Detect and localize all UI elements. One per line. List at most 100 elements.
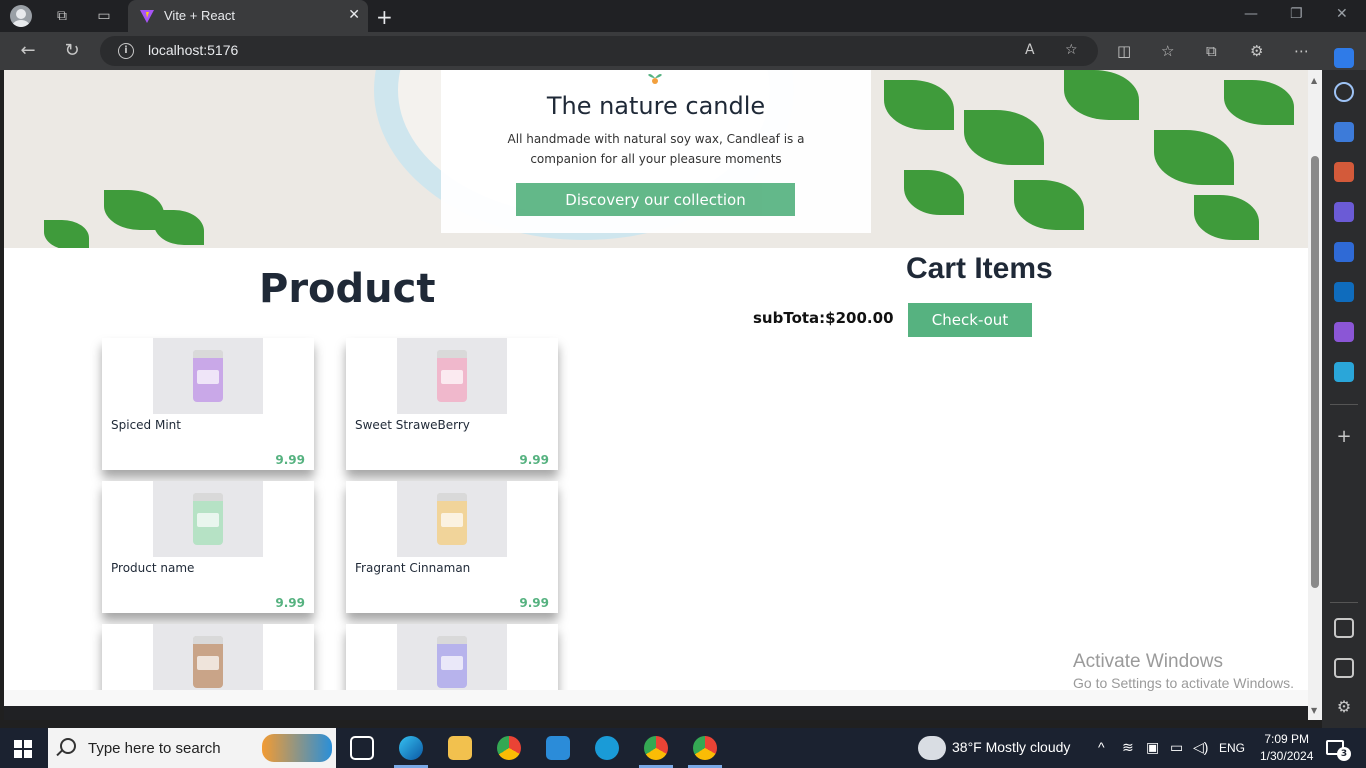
product-image [153, 338, 263, 414]
favorite-star-icon[interactable]: ☆ [1065, 42, 1078, 58]
page-viewport: The nature candle All handmade with natu… [4, 70, 1308, 690]
leaf-decoration [1224, 80, 1294, 125]
product-card[interactable] [346, 624, 558, 690]
battery-icon[interactable]: ▭ [1170, 739, 1183, 756]
page-bottom-strip [4, 690, 1308, 706]
notification-center-icon[interactable]: 3 [1326, 740, 1351, 761]
games-icon[interactable] [1334, 202, 1354, 222]
minimize-button[interactable]: — [1244, 6, 1258, 22]
cart-subtotal: subTota:$200.00 [753, 309, 894, 327]
workspaces-icon[interactable]: ⧉ [52, 6, 72, 26]
favorites-icon[interactable]: ☆ [1161, 42, 1174, 60]
product-card[interactable]: Spiced Mint 9.99 [102, 338, 314, 470]
security-icon[interactable]: ▣ [1146, 739, 1159, 756]
volume-icon[interactable]: ◁) [1193, 739, 1208, 756]
scroll-up-arrow-icon[interactable]: ▲ [1311, 76, 1317, 85]
chrome-profile-icon[interactable] [693, 736, 717, 760]
hero-banner: The nature candle All handmade with natu… [4, 70, 1308, 248]
discover-collection-button[interactable]: Discovery our collection [516, 183, 795, 216]
tab-title: Vite + React [164, 8, 235, 23]
candle-jar-icon [437, 636, 467, 688]
vite-logo-icon [140, 10, 154, 23]
product-image [153, 624, 263, 690]
search-highlight-image [262, 734, 332, 762]
edge-browser-icon[interactable] [399, 736, 423, 760]
external-link-icon[interactable] [1334, 658, 1354, 678]
tools-icon[interactable] [1334, 162, 1354, 182]
collections-icon[interactable]: ⧉ [1206, 42, 1217, 60]
refresh-icon[interactable]: ↻ [61, 40, 83, 62]
read-aloud-icon[interactable]: A [1025, 42, 1035, 58]
product-price: 9.99 [519, 453, 549, 467]
activate-windows-watermark: Activate Windows Go to Settings to activ… [1073, 651, 1294, 691]
tab-actions-icon[interactable]: ▭ [94, 6, 114, 26]
copilot-icon[interactable] [1334, 48, 1354, 68]
microsoft365-icon[interactable] [1334, 242, 1354, 262]
file-explorer-icon[interactable] [448, 736, 472, 760]
product-image [397, 624, 507, 690]
vertical-scrollbar[interactable]: ▲ ▼ [1308, 70, 1322, 720]
send-icon[interactable] [1334, 362, 1354, 382]
vscode-icon[interactable] [546, 736, 570, 760]
product-card[interactable]: Sweet StraweBerry 9.99 [346, 338, 558, 470]
checkout-button[interactable]: Check-out [908, 303, 1032, 337]
chrome-profile-icon[interactable] [644, 736, 668, 760]
product-name: Sweet StraweBerry [355, 418, 470, 432]
watermark-subtitle: Go to Settings to activate Windows. [1073, 675, 1294, 691]
restore-button[interactable]: ❐ [1290, 6, 1303, 22]
profile-icon[interactable] [10, 5, 32, 27]
search-placeholder: Type here to search [88, 740, 221, 757]
windows-start-icon[interactable] [14, 740, 32, 758]
shopping-icon[interactable] [1334, 122, 1354, 142]
scrollbar-thumb[interactable] [1311, 156, 1319, 588]
language-indicator[interactable]: ENG [1219, 741, 1245, 755]
clock-date: 1/30/2024 [1260, 749, 1314, 763]
hero-title: The nature candle [546, 92, 766, 120]
weather-cloud-icon[interactable] [918, 736, 946, 760]
scroll-down-arrow-icon[interactable]: ▼ [1311, 706, 1317, 715]
split-screen-icon[interactable]: ◫ [1117, 42, 1131, 60]
product-price: 9.99 [519, 596, 549, 610]
product-card[interactable]: Fragrant Cinnaman 9.99 [346, 481, 558, 613]
product-heading: Product [259, 266, 436, 312]
settings-gear-icon[interactable]: ⚙ [1334, 697, 1354, 717]
candle-jar-icon [193, 636, 223, 688]
horizontal-scrollbar[interactable] [4, 706, 1308, 720]
tab-vite-react[interactable]: Vite + React ✕ [128, 0, 368, 32]
address-bar[interactable]: i localhost:5176 A ☆ [100, 36, 1098, 66]
close-tab-icon[interactable]: ✕ [348, 7, 360, 23]
vscode-insiders-icon[interactable] [595, 736, 619, 760]
leaf-decoration [44, 220, 89, 248]
leaf-decoration [1154, 130, 1234, 185]
product-image [397, 481, 507, 557]
candle-jar-icon [193, 493, 223, 545]
product-name: Spiced Mint [111, 418, 181, 432]
product-card[interactable] [102, 624, 314, 690]
site-info-icon[interactable]: i [118, 43, 134, 59]
address-toolbar: ← ↻ i localhost:5176 A ☆ ◫ ☆ ⧉ ⚙ ⋯ [0, 32, 1366, 70]
weather-text[interactable]: 38°F Mostly cloudy [952, 739, 1070, 755]
chrome-icon[interactable] [497, 736, 521, 760]
network-icon[interactable]: ≋ [1122, 739, 1134, 756]
product-name: Product name [111, 561, 195, 575]
sprout-logo-icon [648, 74, 662, 84]
add-icon[interactable]: + [1334, 427, 1354, 447]
taskbar-search-box[interactable]: Type here to search [48, 728, 336, 768]
close-window-button[interactable]: ✕ [1336, 6, 1348, 22]
taskbar-clock[interactable]: 7:09 PM 1/30/2024 [1260, 731, 1313, 765]
task-view-icon[interactable] [350, 736, 374, 760]
show-hidden-icons-icon[interactable]: ^ [1098, 739, 1105, 755]
product-card[interactable]: Product name 9.99 [102, 481, 314, 613]
leaf-decoration [1194, 195, 1259, 240]
extensions-icon[interactable]: ⚙ [1250, 42, 1263, 60]
url-text[interactable]: localhost:5176 [148, 42, 238, 58]
outlook-icon[interactable] [1334, 282, 1354, 302]
designer-icon[interactable] [1334, 322, 1354, 342]
leaf-decoration [964, 110, 1044, 165]
notification-count-badge: 3 [1337, 747, 1351, 761]
new-tab-button[interactable]: + [376, 5, 393, 29]
more-menu-icon[interactable]: ⋯ [1294, 42, 1309, 60]
sidebar-toggle-icon[interactable] [1334, 618, 1354, 638]
back-icon[interactable]: ← [17, 40, 39, 62]
search-icon[interactable] [1334, 82, 1354, 102]
